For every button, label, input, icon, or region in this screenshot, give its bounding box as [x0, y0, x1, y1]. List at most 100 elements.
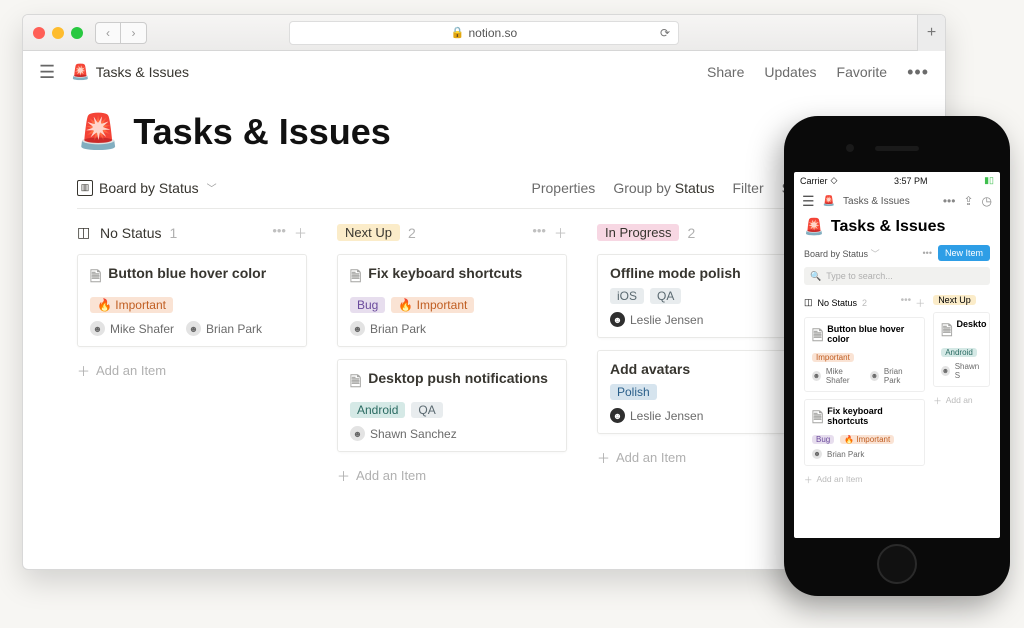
phone-siren-icon-small: 🚨 — [823, 196, 835, 207]
view-picker[interactable]: ▥ Board by Status ﹀ — [77, 180, 217, 196]
phone-add-item-button[interactable]: ＋Add an — [933, 395, 990, 407]
card-tag: Bug — [812, 435, 834, 444]
card-title: Desktop push notifications — [368, 370, 548, 386]
phone-search-input[interactable]: 🔍 Type to search... — [804, 267, 990, 285]
card-assignee: ☻Mike Shafer — [90, 321, 174, 336]
card-tag: Important — [812, 353, 854, 362]
breadcrumb-title[interactable]: Tasks & Issues — [96, 64, 189, 80]
page-icon: 🗎 — [350, 371, 361, 395]
page-icon: 🗎 — [812, 325, 823, 349]
zoom-window-icon[interactable] — [71, 27, 83, 39]
card-title: Fix keyboard shortcuts — [368, 265, 522, 281]
more-menu-icon[interactable]: ••• — [907, 62, 929, 83]
inbox-icon: ◫ — [77, 224, 92, 241]
phone-page-title[interactable]: Tasks & Issues — [831, 218, 945, 236]
page-icon: 🗎 — [90, 266, 101, 290]
phone-hamburger-icon[interactable]: ☰ — [802, 193, 815, 210]
card-assignee: ☻Shawn S — [941, 362, 982, 380]
card-tag: Polish — [610, 384, 657, 400]
forward-button[interactable]: › — [121, 22, 147, 44]
column-add-icon[interactable]: ＋ — [554, 223, 567, 242]
phone-more-icon[interactable]: ••• — [943, 194, 956, 208]
plus-icon: ＋ — [804, 474, 813, 486]
view-name: Board by Status — [99, 180, 199, 196]
lock-icon: 🔒 — [451, 26, 465, 39]
phone-card[interactable]: 🗎Fix keyboard shortcutsBug🔥 Important☻Br… — [804, 399, 925, 466]
browser-url-bar[interactable]: 🔒 notion.so ⟳ — [289, 21, 679, 45]
minimize-window-icon[interactable] — [52, 27, 64, 39]
board-card[interactable]: 🗎Fix keyboard shortcutsBug🔥 Important☻Br… — [337, 254, 567, 347]
board-column: ◫No Status1•••＋🗎Button blue hover color🔥… — [77, 223, 307, 485]
inbox-icon: ◫ — [804, 297, 813, 308]
phone-view-picker[interactable]: Board by Status ﹀ — [804, 247, 880, 260]
board-card[interactable]: 🗎Button blue hover color🔥 Important☻Mike… — [77, 254, 307, 347]
back-button[interactable]: ‹ — [95, 22, 121, 44]
phone-camera — [846, 144, 854, 152]
phone-card[interactable]: 🗎DesktoAndroid☻Shawn S — [933, 312, 990, 387]
board-card[interactable]: 🗎Desktop push notificationsAndroidQA☻Sha… — [337, 359, 567, 452]
close-window-icon[interactable] — [33, 27, 45, 39]
updates-button[interactable]: Updates — [764, 64, 816, 80]
card-assignee: ☻Brian Park — [186, 321, 262, 336]
add-item-button[interactable]: ＋Add an Item — [77, 361, 307, 380]
phone-column-add-icon[interactable]: ＋ — [915, 295, 925, 310]
column-header[interactable]: ◫No Status1•••＋ — [77, 223, 307, 242]
page-header: 🚨 Tasks & Issues — [77, 111, 891, 153]
phone-column-more-icon[interactable]: ••• — [901, 295, 912, 310]
phone-page-title-row: 🚨 Tasks & Issues — [804, 217, 990, 237]
plus-icon: ＋ — [597, 448, 610, 467]
phone-clock: 3:57 PM — [894, 176, 928, 186]
phone-column-header[interactable]: ◫No Status2•••＋ — [804, 295, 925, 310]
page-title[interactable]: Tasks & Issues — [133, 111, 390, 153]
properties-button[interactable]: Properties — [532, 180, 596, 196]
phone-column-header[interactable]: Next Up — [933, 295, 990, 305]
chevron-down-icon: ﹀ — [207, 180, 217, 195]
phone-page-icon[interactable]: 🚨 — [804, 217, 824, 237]
column-header[interactable]: Next Up2•••＋ — [337, 223, 567, 242]
avatar-icon: ☻ — [350, 426, 365, 441]
window-traffic-lights[interactable] — [33, 27, 83, 39]
phone-share-icon[interactable]: ⇪ — [963, 194, 973, 208]
filter-button[interactable]: Filter — [733, 180, 764, 196]
avatar-icon: ☻ — [186, 321, 201, 336]
avatar-icon: ☻ — [350, 321, 365, 336]
add-item-button[interactable]: ＋Add an Item — [337, 466, 567, 485]
page-icon-siren[interactable]: 🚨 — [77, 112, 119, 152]
phone-crumb[interactable]: Tasks & Issues — [843, 196, 910, 207]
hamburger-icon[interactable]: ☰ — [39, 62, 57, 83]
carrier-label: Carrier — [800, 176, 828, 186]
column-add-icon[interactable]: ＋ — [294, 223, 307, 242]
new-tab-button[interactable]: + — [917, 15, 945, 51]
phone-home-button[interactable] — [877, 544, 917, 584]
group-by-button[interactable]: Group by Status — [613, 180, 714, 196]
phone-column-name: No Status — [818, 298, 858, 308]
page-icon: 🗎 — [812, 407, 823, 431]
card-tag: Bug — [350, 297, 385, 313]
share-button[interactable]: Share — [707, 64, 744, 80]
favorite-button[interactable]: Favorite — [837, 64, 888, 80]
avatar-icon: ☻ — [870, 371, 879, 381]
reload-icon[interactable]: ⟳ — [660, 26, 670, 40]
column-name: Next Up — [337, 224, 400, 241]
phone-card[interactable]: 🗎Button blue hover colorImportant☻Mike S… — [804, 317, 925, 392]
plus-icon: ＋ — [77, 361, 90, 380]
column-name: In Progress — [597, 224, 679, 241]
wifi-icon: ◇ — [831, 175, 838, 186]
column-more-icon[interactable]: ••• — [532, 223, 546, 242]
column-more-icon[interactable]: ••• — [272, 223, 286, 242]
phone-frame: Carrier ◇ 3:57 PM ▮▯ ☰ 🚨 Tasks & Issues … — [784, 116, 1010, 596]
card-assignee: ☻Brian Park — [350, 321, 426, 336]
avatar-icon: ☻ — [90, 321, 105, 336]
card-tag: iOS — [610, 288, 644, 304]
phone-add-item-button[interactable]: ＋Add an Item — [804, 474, 925, 486]
phone-view-row: Board by Status ﹀ ••• New Item — [804, 245, 990, 261]
plus-icon: ＋ — [933, 395, 942, 407]
phone-clock-icon[interactable]: ◷ — [982, 194, 992, 208]
card-assignee: ☻Brian Park — [870, 367, 917, 385]
card-assignee: ☻Leslie Jensen — [610, 312, 703, 327]
new-item-button[interactable]: New Item — [938, 245, 990, 261]
column-name: No Status — [100, 225, 161, 241]
phone-column: Next Up 🗎DesktoAndroid☻Shawn S ＋Add an — [933, 295, 990, 486]
phone-view-more-icon[interactable]: ••• — [923, 248, 932, 258]
phone-topnav: ☰ 🚨 Tasks & Issues ••• ⇪ ◷ — [794, 189, 1000, 213]
